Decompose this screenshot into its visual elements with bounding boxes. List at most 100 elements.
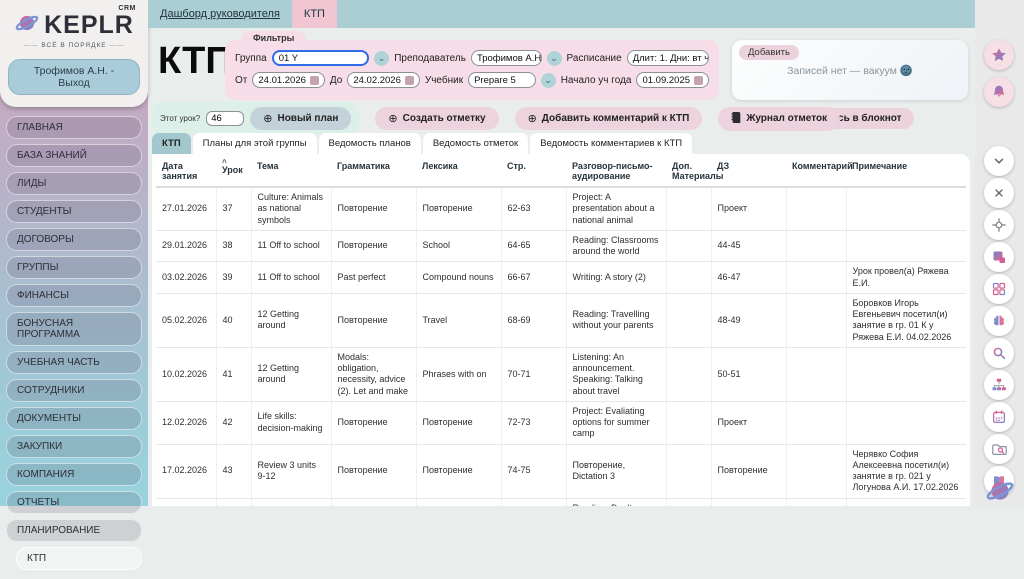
date-to-input[interactable]: 24.02.2026 [347, 72, 420, 88]
logout-button[interactable]: Трофимов А.Н. - Выход [8, 59, 140, 95]
table-row[interactable]: 10.02.20264112 Getting aroundModals: obl… [156, 347, 966, 401]
table-cell: Черявко София Алексеевна посетил(и) заня… [846, 444, 966, 498]
table-cell [786, 230, 846, 262]
calendar-picker-icon[interactable] [310, 76, 319, 85]
calendar-picker-icon[interactable] [405, 76, 414, 85]
table-row[interactable]: 29.01.20263811 Off to schoolПовторениеSc… [156, 230, 966, 262]
table-cell: 12 Getting around [251, 347, 331, 401]
sidebar-item[interactable]: СОТРУДНИКИ [6, 379, 142, 402]
table-cell: 48-49 [711, 293, 786, 347]
table-row[interactable]: 19.02.20264413 #NofilterПовторениеSocial… [156, 498, 966, 506]
table-cell: 52-53 [711, 498, 786, 506]
marks-journal-button[interactable]: Журнал отметок [718, 107, 840, 131]
view-tab[interactable]: Ведомость отметок [423, 133, 528, 154]
org-chart-icon[interactable] [984, 370, 1014, 400]
sidebar-item[interactable]: ГЛАВНАЯ [6, 116, 142, 139]
sidebar-item[interactable]: БОНУСНАЯ ПРОГРАММА [6, 312, 142, 346]
brand-logo: KEPLRCRM [44, 11, 134, 40]
sidebar-item[interactable]: ДОКУМЕНТЫ [6, 407, 142, 430]
view-tab[interactable]: КТП [152, 133, 191, 154]
sidebar-item[interactable]: ПЛАНИРОВАНИЕ [6, 519, 142, 542]
view-tab[interactable]: Планы для этой группы [193, 133, 317, 154]
table-row[interactable]: 27.01.202637Culture: Animals as national… [156, 187, 966, 230]
date-from-label: От [235, 75, 247, 86]
sidebar-item[interactable]: КОМПАНИЯ [6, 463, 142, 486]
search-icon[interactable] [984, 338, 1014, 368]
sidebar-item[interactable]: ОТЧЕТЫ [6, 491, 142, 514]
notebook-add-badge[interactable]: Добавить [739, 45, 799, 60]
table-cell: Повторение [416, 401, 501, 444]
view-tab[interactable]: Ведомость комментариев к КТП [530, 133, 692, 154]
table-row[interactable]: 03.02.20263911 Off to schoolPast perfect… [156, 262, 966, 294]
topbar-tab[interactable]: КТП [292, 0, 337, 28]
date-from-input[interactable]: 24.01.2026 [252, 72, 325, 88]
table-row[interactable]: 05.02.20264012 Getting aroundПовторениеT… [156, 293, 966, 347]
topbar-tab[interactable]: Дашборд руководителя [148, 0, 292, 28]
create-mark-button[interactable]: ⊕Создать отметку [375, 107, 498, 130]
new-plan-button[interactable]: ⊕Новый план [250, 107, 351, 130]
filters-legend: Фильтры [241, 31, 306, 45]
sidebar-item[interactable]: ЛИДЫ [6, 172, 142, 195]
group-label: Группа [235, 53, 267, 64]
crosshair-icon[interactable] [984, 210, 1014, 240]
brand-card: KEPLRCRM ВСЁ В ПОРЯДКЕ Трофимов А.Н. - В… [0, 0, 148, 107]
page-title: КТП [158, 40, 233, 83]
sidebar-subitem-ktp[interactable]: КТП [16, 547, 142, 570]
calendar-picker-icon[interactable] [694, 76, 703, 85]
notebook-panel: Добавить Записей нет — вакуум 🌚 [732, 40, 968, 100]
view-tab[interactable]: Ведомость планов [319, 133, 421, 154]
column-header[interactable]: Дата занятия [156, 156, 216, 187]
table-cell: 29.01.2026 [156, 230, 216, 262]
column-header[interactable]: Комментарий [786, 156, 846, 187]
group-dropdown-icon[interactable]: ⌄ [374, 51, 389, 66]
table-cell [846, 187, 966, 230]
planet-icon[interactable] [983, 476, 1017, 506]
sidebar-item[interactable]: ФИНАНСЫ [6, 284, 142, 307]
schedule-input[interactable]: Длит: 1. Дни: вт чт [627, 50, 709, 66]
column-header[interactable]: Примечание [846, 156, 966, 187]
teacher-input[interactable]: Трофимов А.Н. [471, 50, 542, 66]
close-icon[interactable] [984, 178, 1014, 208]
teacher-dropdown-icon[interactable]: ⌄ [547, 51, 562, 66]
textbook-input[interactable]: Prepare 5 [468, 72, 536, 88]
table-cell: Reading: Don't airbrush me! [566, 498, 666, 506]
column-header[interactable]: Стр. [501, 156, 566, 187]
column-header[interactable]: Лексика [416, 156, 501, 187]
sidebar-item[interactable]: ДОГОВОРЫ [6, 228, 142, 251]
table-cell: Project: Evaliating options for summer c… [566, 401, 666, 444]
grid-icon[interactable] [984, 274, 1014, 304]
year-start-input[interactable]: 01.09.2025 [636, 72, 709, 88]
table-row[interactable]: 12.02.202642Life skills: decision-making… [156, 401, 966, 444]
calendar-icon[interactable] [984, 402, 1014, 432]
table-cell: Review 3 units 9-12 [251, 444, 331, 498]
sidebar-item[interactable]: ЗАКУПКИ [6, 435, 142, 458]
column-header[interactable]: Разговор-письмо-аудирование [566, 156, 666, 187]
chevron-down-icon[interactable] [984, 146, 1014, 176]
sidebar-item[interactable]: БАЗА ЗНАНИЙ [6, 144, 142, 167]
brand-tagline: ВСЁ В ПОРЯДКЕ [8, 42, 140, 49]
folder-search-icon[interactable] [984, 434, 1014, 464]
table-row[interactable]: 17.02.202643Review 3 units 9-12Повторени… [156, 444, 966, 498]
lesson-number-input[interactable] [206, 111, 244, 126]
layout-icon[interactable] [984, 242, 1014, 272]
group-input[interactable]: 01 Y [272, 50, 370, 66]
bell-icon[interactable] [984, 77, 1014, 107]
sidebar-item[interactable]: ГРУППЫ [6, 256, 142, 279]
column-header[interactable]: Грамматика [331, 156, 416, 187]
table-cell: 27.01.2026 [156, 187, 216, 230]
column-header[interactable]: Тема [251, 156, 331, 187]
add-comment-button[interactable]: ⊕Добавить комментарий к КТП [515, 107, 703, 130]
column-header[interactable]: Доп. Материалы [666, 156, 711, 187]
sidebar-item[interactable]: УЧЕБНАЯ ЧАСТЬ [6, 351, 142, 374]
table-cell: 50-51 [711, 347, 786, 401]
table-cell [666, 401, 711, 444]
table-cell: 05.02.2026 [156, 293, 216, 347]
table-cell: 76-77 [501, 498, 566, 506]
table-cell [846, 401, 966, 444]
brain-icon[interactable] [984, 306, 1014, 336]
star-icon[interactable] [984, 40, 1014, 70]
sidebar-item[interactable]: СТУДЕНТЫ [6, 200, 142, 223]
textbook-dropdown-icon[interactable]: ⌄ [541, 73, 556, 88]
table-cell: Повторение [331, 401, 416, 444]
column-header[interactable]: ^Урок [216, 156, 251, 187]
